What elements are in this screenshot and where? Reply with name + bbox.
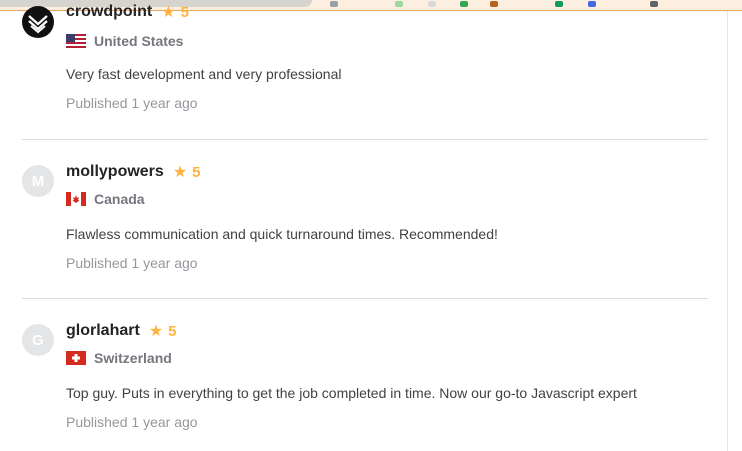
star-icon: ★ bbox=[161, 4, 176, 21]
review-header: glorlahart ★ 5 bbox=[66, 321, 176, 341]
review-published: Published 1 year ago bbox=[66, 414, 198, 430]
star-icon: ★ bbox=[172, 164, 188, 181]
country-name: United States bbox=[94, 33, 184, 49]
avatar[interactable]: G bbox=[22, 324, 54, 356]
reviewer-username[interactable]: glorlahart bbox=[66, 322, 140, 340]
published-time: 1 year ago bbox=[131, 95, 198, 111]
review-item: M mollypowers ★ 5 Canada Flawless commun… bbox=[22, 162, 708, 282]
rating-value: 5 bbox=[180, 3, 189, 21]
reviewer-country: Canada bbox=[66, 190, 145, 208]
review-divider bbox=[22, 298, 708, 299]
country-name: Canada bbox=[94, 191, 145, 207]
published-label: Published bbox=[66, 255, 128, 271]
us-flag-icon bbox=[66, 34, 86, 48]
review-published: Published 1 year ago bbox=[66, 255, 198, 271]
review-text: Very fast development and very professio… bbox=[66, 66, 342, 82]
reviewer-country: United States bbox=[66, 32, 183, 50]
review-text: Flawless communication and quick turnaro… bbox=[66, 226, 498, 242]
published-time: 1 year ago bbox=[131, 255, 198, 271]
canada-flag-icon bbox=[66, 192, 86, 206]
switzerland-flag-icon bbox=[66, 351, 86, 365]
rating-value: 5 bbox=[168, 322, 177, 340]
published-label: Published bbox=[66, 414, 128, 430]
review-item: G glorlahart ★ 5 Switzerland Top guy. Pu… bbox=[22, 321, 708, 441]
review-item: crowdpoint ★ 5 United States Very fast d… bbox=[22, 0, 708, 130]
crowdpoint-logo-icon[interactable] bbox=[22, 6, 54, 38]
review-divider bbox=[22, 139, 708, 140]
avatar[interactable]: M bbox=[22, 165, 54, 197]
review-header: mollypowers ★ 5 bbox=[66, 162, 201, 182]
reviewer-country: Switzerland bbox=[66, 349, 172, 367]
review-published: Published 1 year ago bbox=[66, 95, 198, 111]
published-label: Published bbox=[66, 95, 128, 111]
review-header: crowdpoint ★ 5 bbox=[66, 2, 189, 22]
star-icon: ★ bbox=[148, 323, 164, 340]
published-time: 1 year ago bbox=[131, 414, 198, 430]
review-text: Top guy. Puts in everything to get the j… bbox=[66, 385, 637, 401]
reviewer-username[interactable]: mollypowers bbox=[66, 163, 164, 181]
page-edge-divider bbox=[727, 11, 728, 451]
rating-value: 5 bbox=[192, 163, 201, 181]
country-name: Switzerland bbox=[94, 350, 172, 366]
reviewer-username[interactable]: crowdpoint bbox=[66, 3, 152, 21]
